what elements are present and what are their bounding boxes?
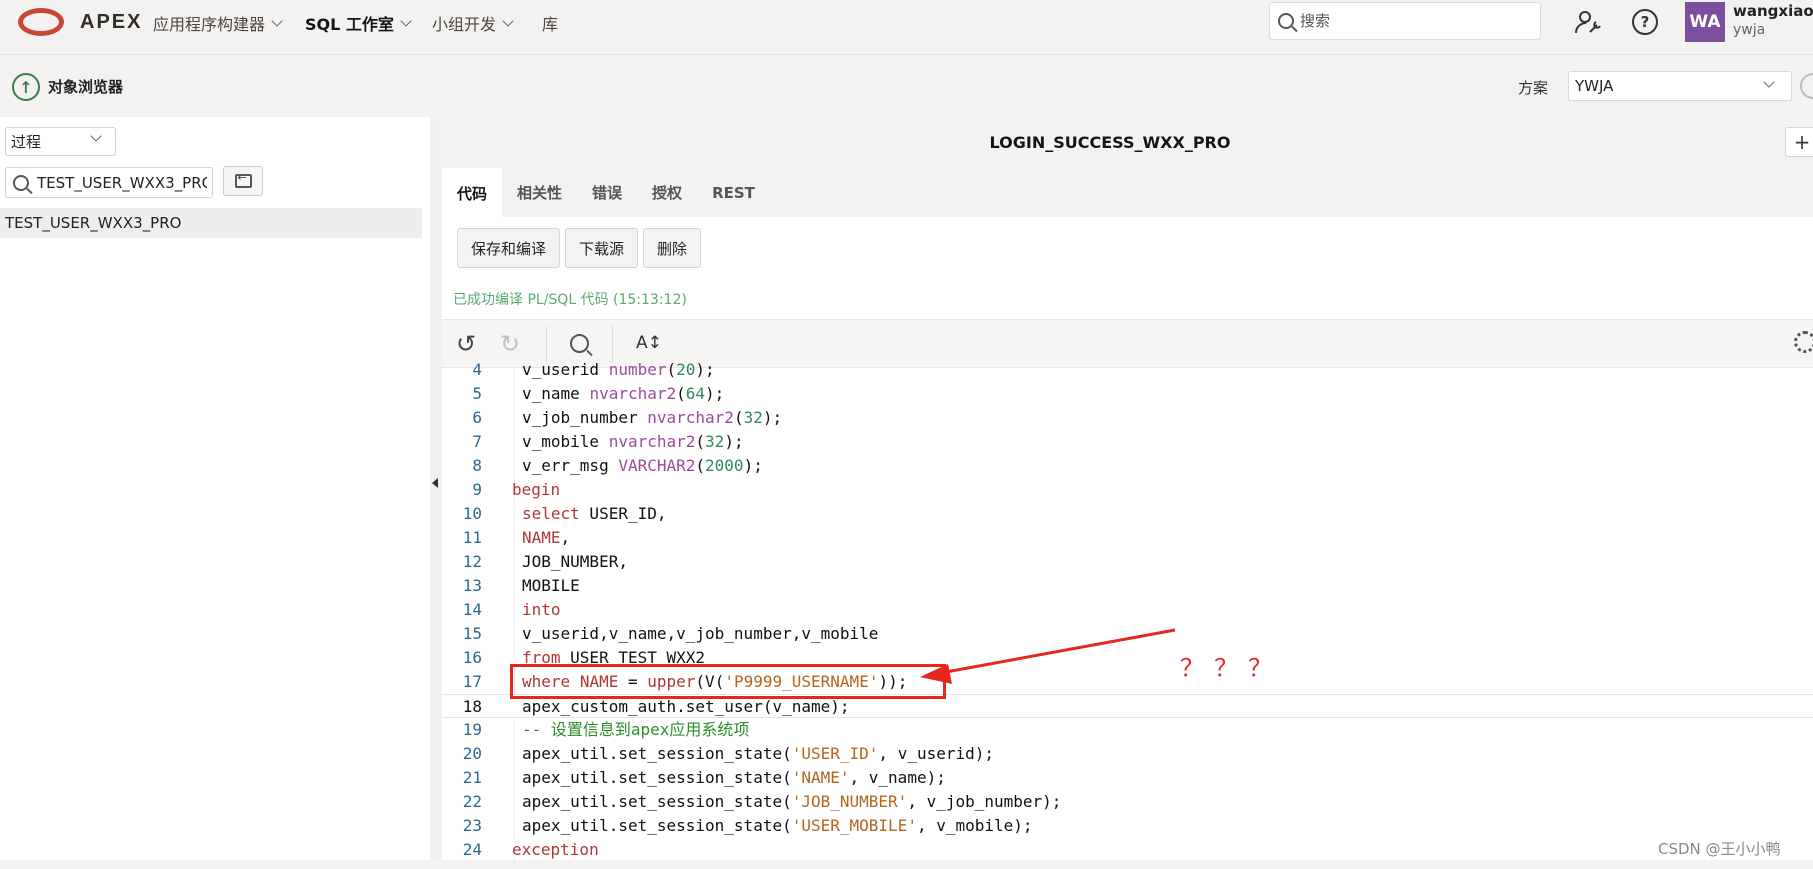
footer: [0, 860, 1813, 869]
annotation-text: ？？？: [1180, 654, 1282, 682]
watermark: CSDN @王小小鸭: [1658, 840, 1781, 858]
annotation-arrow-icon: [920, 628, 1176, 684]
